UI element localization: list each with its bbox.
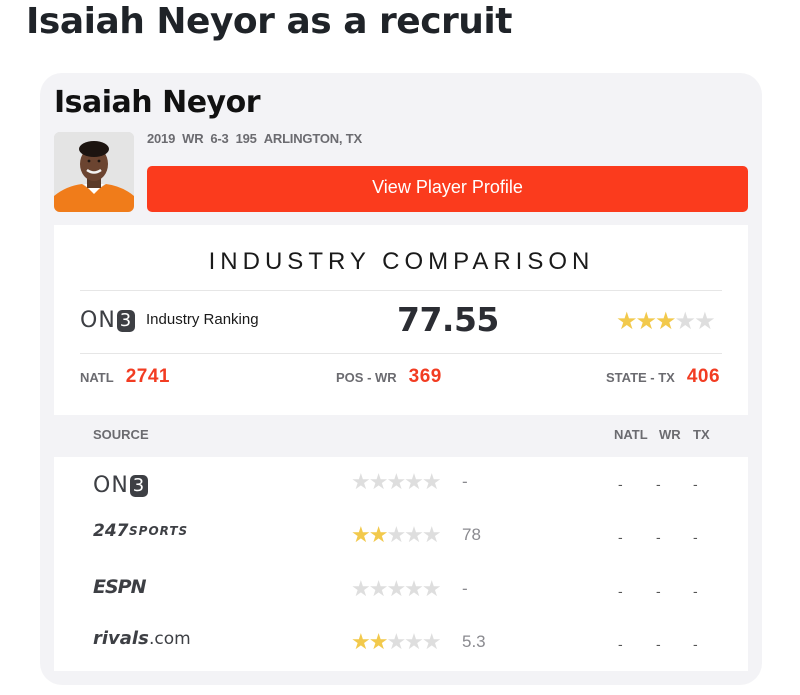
source-rating: -: [462, 579, 468, 598]
state-rank-label: STATE - TX: [606, 370, 675, 385]
state-rank[interactable]: STATE - TX 406: [606, 366, 720, 388]
rivals-logo: rivals .com: [93, 627, 213, 654]
source-position-rank: -: [656, 476, 661, 492]
star-icon: ★★★★★: [351, 576, 442, 601]
star-icon: ★: [694, 308, 715, 335]
source-position-rank: -: [656, 583, 661, 599]
star-icon: ★: [674, 308, 696, 335]
source-natl-rank: -: [618, 636, 623, 652]
star-icon: ★★★: [386, 629, 441, 654]
position-rank-label: POS - WR: [336, 370, 397, 385]
star-icon: ★: [616, 308, 637, 335]
source-star-rating: ★★★★★: [351, 522, 442, 548]
svg-text:.com: .com: [149, 629, 191, 649]
svg-text:rivals: rivals: [93, 628, 149, 649]
height: 6-3: [210, 131, 229, 146]
state-rank-value: 406: [686, 366, 721, 387]
on3-logo: ON 3: [93, 473, 149, 498]
sources-header: SOURCE NATL WR TX: [54, 415, 748, 457]
star-icon: ★: [655, 308, 676, 335]
natl-rank[interactable]: NATL 2741: [80, 366, 170, 388]
source-state-rank: -: [693, 476, 698, 492]
star-icon: ★★: [351, 629, 388, 654]
source-row-rivals[interactable]: rivals .com ★★★★★ 5.3 - - -: [0, 624, 800, 674]
industry-score: 77.55: [397, 300, 499, 339]
position-rank-value: 369: [408, 366, 442, 387]
divider: [80, 290, 722, 291]
svg-text:SPORTS: SPORTS: [129, 524, 188, 538]
svg-text:247: 247: [93, 521, 129, 540]
source-row-on3[interactable]: ON 3 ★★★★★ - - - -: [0, 464, 800, 514]
position-column-header: WR: [659, 427, 681, 442]
position-rank[interactable]: POS - WR 369: [336, 366, 442, 388]
industry-star-rating: ★★★★★: [616, 307, 716, 336]
player-name[interactable]: Isaiah Neyor: [54, 84, 261, 122]
star-icon: ★★★: [386, 522, 441, 547]
divider: [80, 353, 722, 354]
player-meta: 2019 WR 6-3 195 ARLINGTON, TX: [147, 131, 362, 149]
source-rating: 78: [462, 525, 481, 544]
view-player-profile-button[interactable]: View Player Profile: [147, 166, 748, 212]
player-avatar[interactable]: [54, 132, 134, 212]
star-icon: ★: [635, 308, 657, 335]
source-row-247sports[interactable]: 247 SPORTS ★★★★★ 78 - - -: [0, 517, 800, 567]
source-state-rank: -: [693, 636, 698, 652]
source-natl-rank: -: [618, 529, 623, 545]
player-headshot-icon: [54, 132, 134, 212]
natl-column-header: NATL: [614, 427, 648, 442]
weight: 195: [235, 131, 257, 146]
source-rating: -: [462, 472, 468, 491]
on3-logo[interactable]: ON 3: [80, 308, 136, 333]
247sports-logo: 247 SPORTS: [93, 520, 233, 545]
source-position-rank: -: [656, 636, 661, 652]
position: WR: [182, 131, 204, 146]
svg-text:ESPN: ESPN: [93, 576, 147, 596]
source-state-rank: -: [693, 583, 698, 599]
industry-ranking-label: Industry Ranking: [146, 311, 259, 328]
natl-rank-label: NATL: [80, 370, 114, 385]
star-icon: ★★★★★: [351, 469, 442, 494]
source-star-rating: ★★★★★: [351, 576, 442, 602]
page-heading: Isaiah Neyor as a recruit: [26, 1, 512, 42]
source-position-rank: -: [656, 529, 661, 545]
source-natl-rank: -: [618, 476, 623, 492]
natl-rank-value: 2741: [125, 366, 170, 387]
state-column-header: TX: [693, 427, 710, 442]
class-year: 2019: [147, 131, 176, 146]
hometown: ARLINGTON, TX: [263, 131, 362, 146]
star-icon: ★★: [351, 522, 388, 547]
source-natl-rank: -: [618, 583, 623, 599]
source-rating: 5.3: [462, 632, 486, 651]
espn-logo: ESPN: [93, 576, 163, 601]
source-column-header: SOURCE: [93, 427, 149, 442]
source-star-rating: ★★★★★: [351, 629, 442, 655]
source-row-espn[interactable]: ESPN ★★★★★ - - - -: [0, 571, 800, 621]
source-state-rank: -: [693, 529, 698, 545]
source-star-rating: ★★★★★: [351, 469, 442, 495]
industry-comparison-title: INDUSTRY COMPARISON: [208, 248, 595, 275]
